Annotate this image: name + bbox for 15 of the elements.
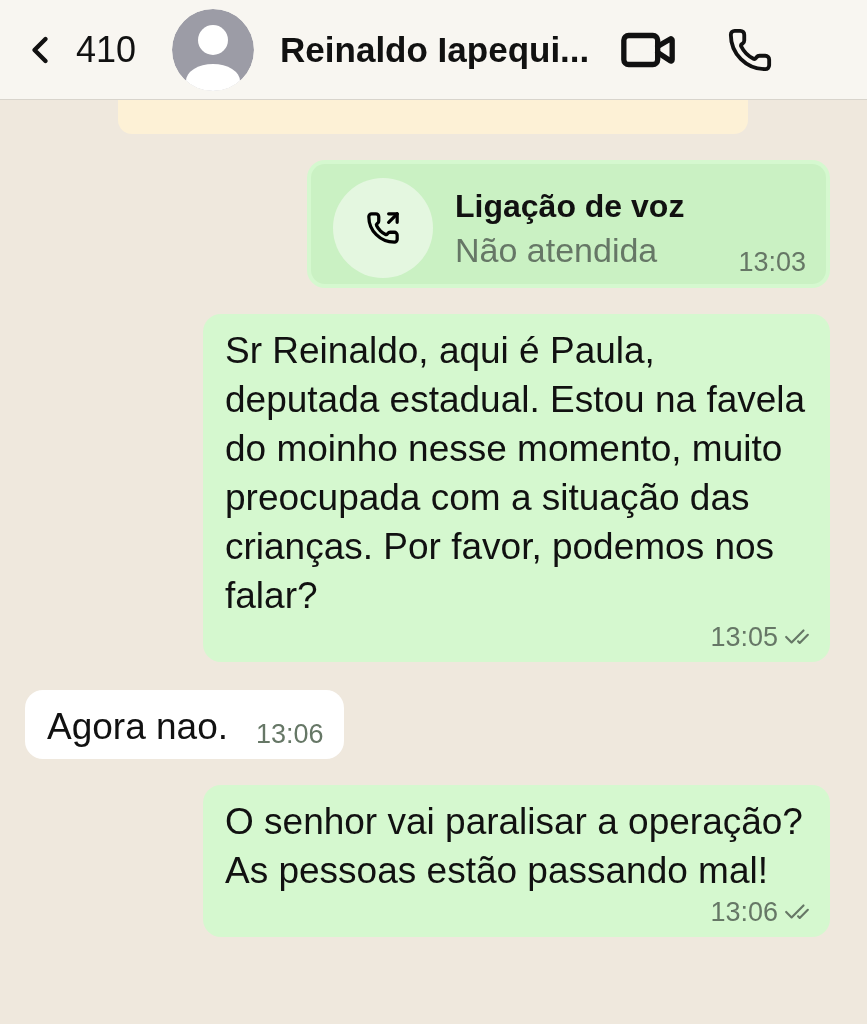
message-text: Sr Reinaldo, aqui é Paula, deputada estadual. Estou na favela do moinho nesse momento, muito preocupada com a situação das crianças. Por favor, podemos nos falar? (225, 329, 807, 618)
call-bubble[interactable]: Ligação de voz Não atendida 13:03 (307, 160, 830, 288)
message-time: 13:06 (256, 718, 324, 751)
message-text: Agora nao. (47, 705, 229, 749)
avatar-icon[interactable] (172, 8, 255, 91)
message-time: 13:03 (738, 247, 806, 278)
message-time: 13:05 (710, 621, 778, 654)
back-button[interactable]: 410 (18, 27, 137, 72)
call-button[interactable] (727, 26, 774, 73)
message-text: O senhor vai paralisar a operação? As pessoas estão passando mal! (225, 800, 804, 893)
call-title: Ligação de voz (455, 187, 685, 226)
contact-name[interactable]: Reinaldo Iapequi... (280, 29, 590, 70)
message-time: 13:06 (710, 896, 778, 929)
outgoing-call-icon (366, 211, 400, 245)
call-status: Não atendida (455, 230, 659, 271)
